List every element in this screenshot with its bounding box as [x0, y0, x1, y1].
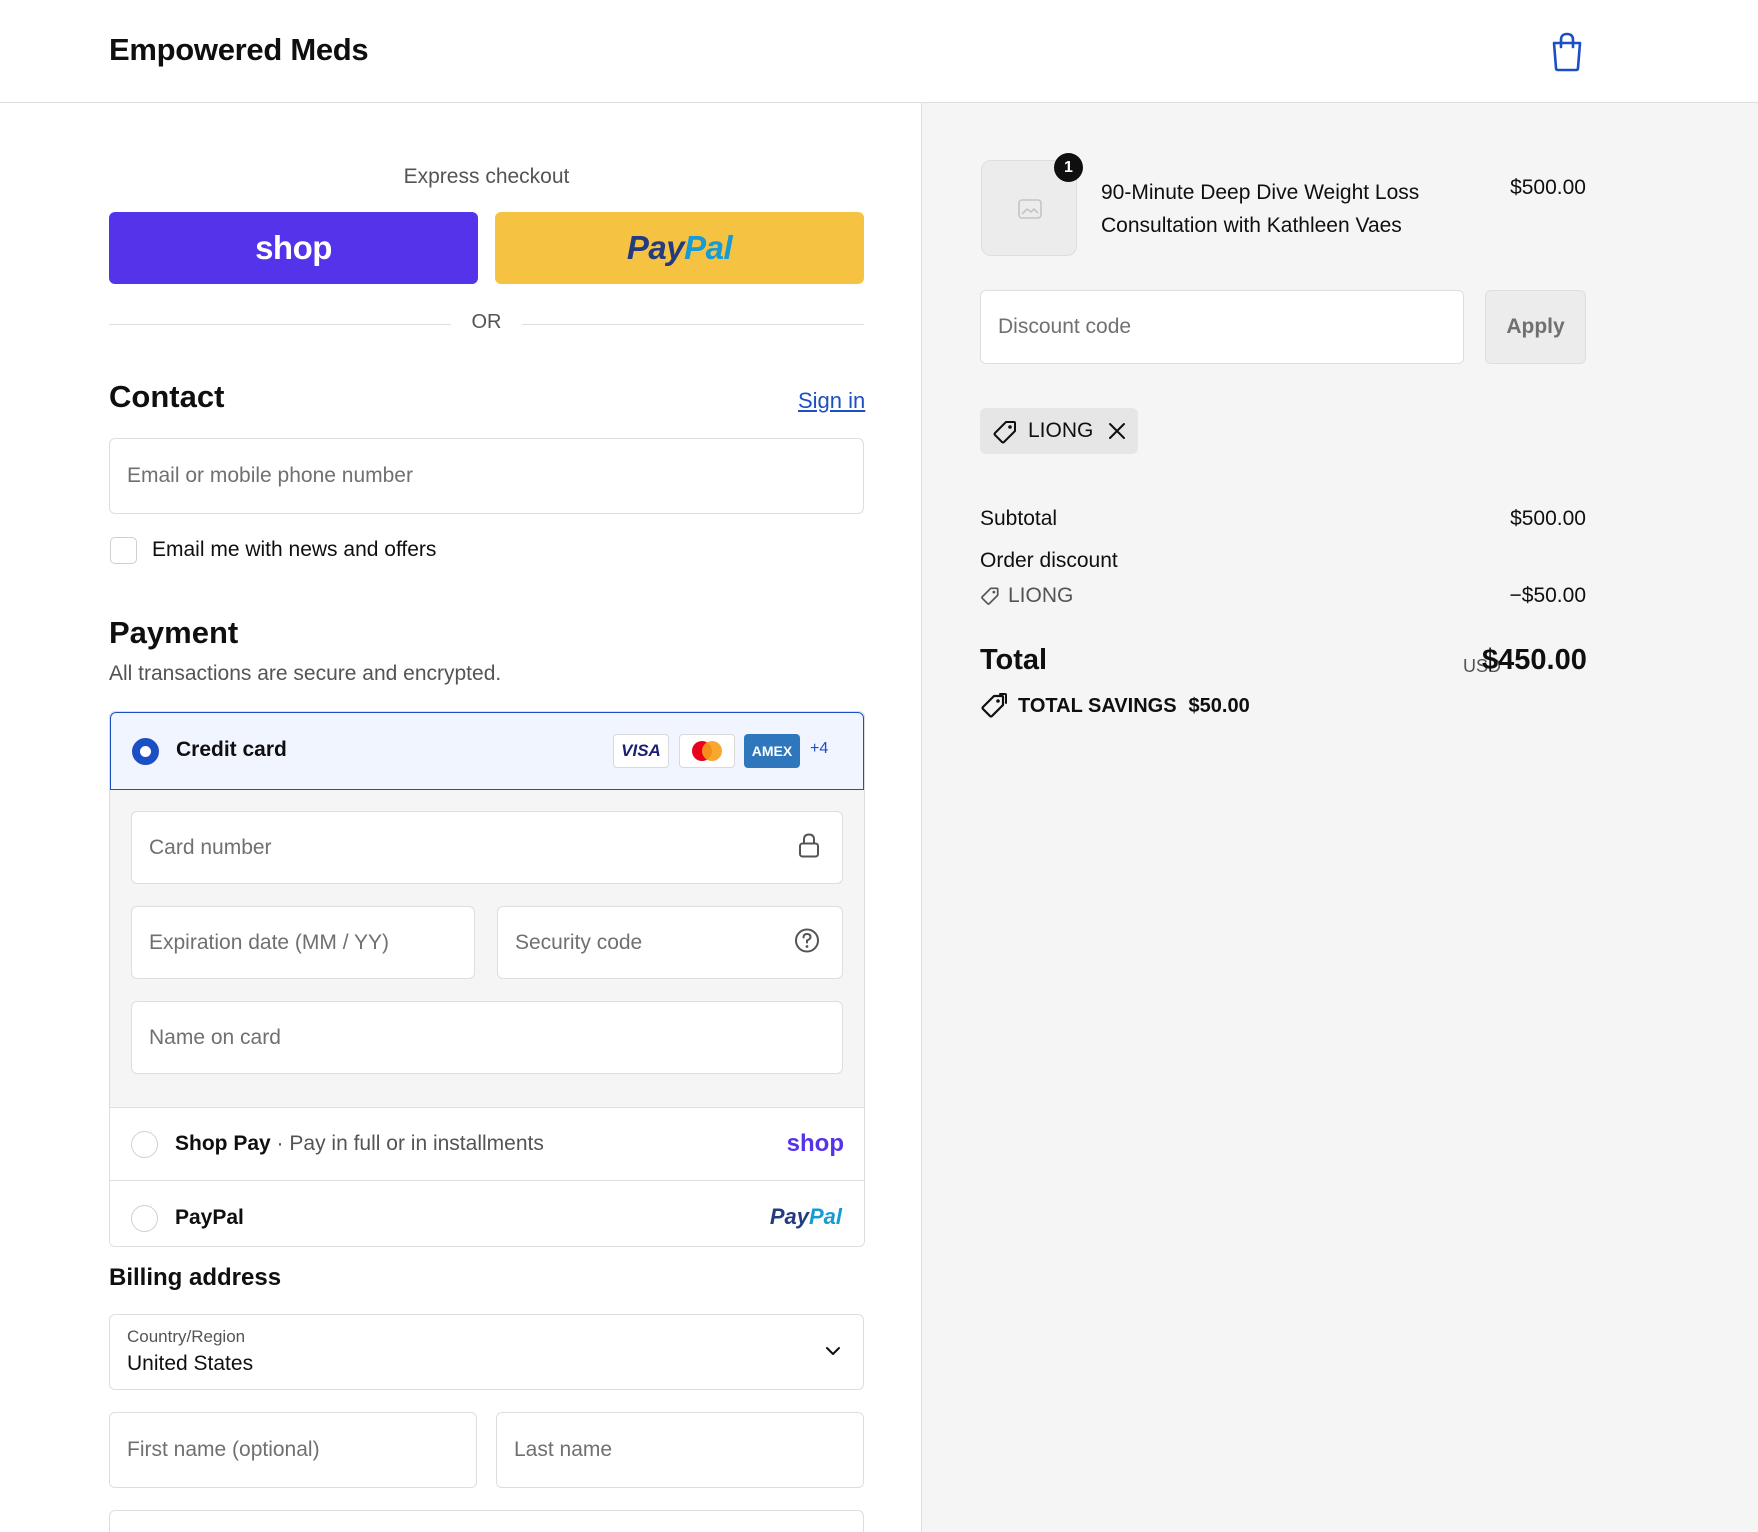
product-name: 90-Minute Deep Dive Weight Loss Consulta…	[1101, 181, 1420, 237]
paypal-option[interactable]: PayPal PayPal	[110, 1182, 864, 1246]
apply-discount-button[interactable]: Apply	[1485, 290, 1586, 364]
site-header: Empowered Meds	[0, 0, 1758, 103]
applied-code-text: LIONG	[1028, 419, 1094, 442]
total-savings: TOTAL SAVINGS $50.00	[980, 693, 1250, 719]
help-circle-icon[interactable]	[794, 927, 820, 958]
payment-heading: Payment	[109, 615, 239, 650]
last-name-field[interactable]: Last name	[496, 1412, 864, 1488]
paypal-logo: PayPal	[626, 229, 733, 266]
quantity-badge: 1	[1054, 153, 1083, 182]
shop-pay-logo: shop	[786, 1130, 844, 1157]
close-icon[interactable]	[1106, 420, 1128, 442]
discount-code-input[interactable]: Discount code	[980, 290, 1464, 364]
express-checkout-title: Express checkout	[403, 165, 570, 188]
shopping-bag-icon[interactable]	[1548, 30, 1586, 72]
order-summary: 1 90-Minute Deep Dive Weight Loss Consul…	[921, 103, 1758, 1532]
savings-value: $50.00	[1188, 694, 1250, 717]
tag-icon	[993, 421, 1016, 444]
security-code-placeholder: Security code	[515, 930, 643, 954]
chevron-down-icon	[825, 1343, 841, 1361]
newsletter-label[interactable]: Email me with news and offers	[152, 538, 436, 562]
newsletter-checkbox[interactable]	[110, 537, 137, 564]
subtotal-row: Subtotal $500.00	[980, 507, 1586, 531]
shop-pay-express-button[interactable]: shop	[109, 212, 478, 284]
credit-card-form: Card number Expiration date (MM / YY) Se…	[110, 790, 864, 1108]
billing-address-heading: Billing address	[109, 1264, 282, 1291]
shop-pay-option[interactable]: Shop Pay · Pay in full or in installment…	[110, 1108, 864, 1181]
mastercard-icon	[679, 734, 735, 768]
shop-pay-logo: shop	[255, 229, 332, 266]
savings-tag-icon	[981, 693, 1007, 718]
shop-pay-subtitle: Pay in full or in installments	[289, 1132, 544, 1155]
email-field[interactable]: Email or mobile phone number	[109, 438, 864, 514]
card-number-field[interactable]: Card number	[131, 811, 843, 884]
image-placeholder-icon	[1018, 199, 1042, 219]
brand-logo[interactable]: Empowered Meds	[109, 32, 369, 68]
total-label: Total	[980, 644, 1048, 676]
lock-icon	[798, 832, 820, 863]
applied-discount-chip: LIONG	[980, 408, 1138, 454]
payment-secure-note: All transactions are secure and encrypte…	[109, 662, 502, 685]
sign-in-link[interactable]: Sign in	[798, 388, 865, 414]
visa-icon: VISA	[613, 734, 669, 768]
payment-methods: Credit card VISA AMEX +4 Card number Exp…	[109, 711, 865, 1247]
expiration-placeholder: Expiration date (MM / YY)	[149, 930, 390, 954]
savings-label: TOTAL SAVINGS	[1018, 694, 1177, 717]
paypal-express-button[interactable]: PayPal	[495, 212, 864, 284]
paypal-label: PayPal	[175, 1206, 244, 1229]
more-cards-count: +4	[810, 740, 829, 757]
address-field[interactable]	[109, 1510, 864, 1532]
checkout-form-column: Express checkout shop PayPal OR Contact …	[0, 103, 921, 1532]
amex-icon: AMEX	[744, 734, 800, 768]
contact-heading: Contact	[109, 379, 225, 414]
or-label: OR	[471, 311, 502, 333]
discount-value: −$50.00	[1509, 584, 1587, 607]
name-on-card-placeholder: Name on card	[149, 1025, 281, 1049]
credit-card-label: Credit card	[176, 738, 287, 761]
product-price: $500.00	[1510, 176, 1586, 199]
country-select[interactable]: Country/Region United States	[109, 1314, 864, 1390]
subtotal-value: $500.00	[1510, 507, 1586, 530]
paypal-logo: PayPal	[769, 1204, 842, 1229]
subtotal-label: Subtotal	[980, 507, 1058, 530]
credit-card-option[interactable]: Credit card VISA AMEX +4	[110, 712, 864, 790]
shop-pay-radio[interactable]	[131, 1131, 158, 1158]
security-code-field[interactable]: Security code	[497, 906, 843, 979]
discount-placeholder: Discount code	[998, 315, 1132, 338]
card-number-placeholder: Card number	[149, 835, 272, 859]
first-name-placeholder: First name (optional)	[127, 1438, 320, 1461]
or-divider: OR	[109, 311, 864, 337]
name-on-card-field[interactable]: Name on card	[131, 1001, 843, 1074]
tag-icon	[981, 587, 999, 605]
expiration-date-field[interactable]: Expiration date (MM / YY)	[131, 906, 475, 979]
email-placeholder: Email or mobile phone number	[127, 464, 413, 487]
discount-code-label: LIONG	[1008, 584, 1074, 607]
last-name-placeholder: Last name	[514, 1438, 613, 1461]
total-value: $450.00	[1482, 644, 1587, 676]
country-label: Country/Region	[127, 1327, 246, 1346]
shop-pay-label: Shop Pay · Pay in full or in installment…	[175, 1132, 544, 1155]
order-discount-label: Order discount	[980, 549, 1118, 572]
paypal-radio[interactable]	[131, 1205, 158, 1232]
country-value: United States	[127, 1352, 254, 1375]
first-name-field[interactable]: First name (optional)	[109, 1412, 477, 1488]
credit-card-radio[interactable]	[132, 738, 159, 765]
